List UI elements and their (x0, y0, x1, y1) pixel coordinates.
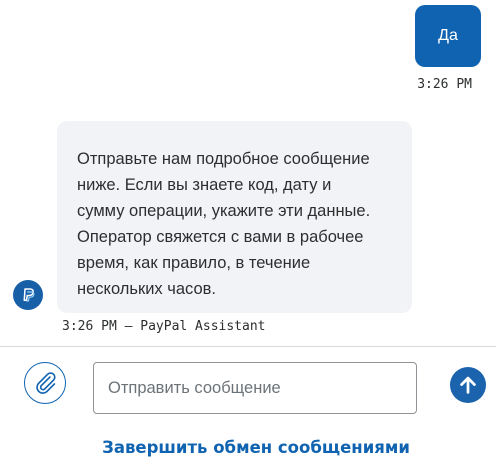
bot-message-bubble: Отправьте нам подробное сообщение ниже. … (57, 121, 412, 313)
end-chat-link[interactable]: Завершить обмен сообщениями (0, 438, 496, 457)
send-button[interactable] (450, 367, 486, 403)
attach-button[interactable] (24, 362, 66, 404)
paperclip-icon (32, 370, 58, 396)
message-input[interactable] (93, 362, 417, 414)
bot-message-line: сумму операции, укажите эти данные. (77, 202, 371, 220)
user-message-bubble: Да (415, 5, 481, 67)
user-message-timestamp: 3:26 PM (417, 77, 472, 92)
composer-divider (0, 346, 496, 347)
bot-message-meta: 3:26 PM – PayPal Assistant (62, 319, 266, 334)
bot-message-line: Оператор свяжется с вами в рабочее (77, 228, 364, 246)
paypal-logo-icon (13, 280, 43, 310)
bot-message-line: Отправьте нам подробное сообщение (77, 150, 370, 168)
user-message-text: Да (438, 27, 458, 44)
arrow-up-icon (457, 374, 479, 396)
bot-message-line: ниже. Если вы знаете код, дату и (77, 176, 332, 194)
chat-transcript: Да 3:26 PM Отправьте нам подробное сообщ… (0, 0, 496, 345)
bot-message-line: время, как правило, в течение (77, 254, 311, 272)
bot-message-line: нескольких часов. (77, 280, 216, 298)
